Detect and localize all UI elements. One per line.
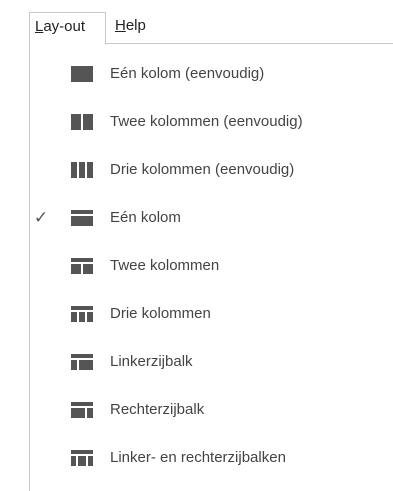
menu-item-both-sidebars[interactable]: Linker- en rechterzijbalken	[30, 434, 393, 482]
menu-item-label: Linker- en rechterzijbalken	[110, 449, 286, 466]
menu-help[interactable]: Help	[115, 12, 146, 44]
menu-item-one-column-simple[interactable]: Eén kolom (eenvoudig)	[30, 50, 393, 98]
menu-item-label: Drie kolommen	[110, 305, 211, 322]
layout-one-column-icon	[71, 210, 93, 226]
layout-two-columns-simple-icon	[71, 114, 93, 130]
layout-one-column-simple-icon	[71, 66, 93, 82]
menu-item-label: Eén kolom	[110, 209, 181, 226]
layout-right-sidebar-icon	[71, 402, 93, 418]
layout-dropdown-menu: Eén kolom (eenvoudig) Twee kolommen (een…	[29, 43, 393, 491]
menu-item-label: Linkerzijbalk	[110, 353, 193, 370]
menu-help-label: elp	[125, 17, 146, 34]
menu-layout[interactable]: Lay-out	[29, 12, 106, 44]
checkmark-icon: ✓	[33, 208, 49, 227]
menu-bar: Lay-out Help	[0, 0, 393, 44]
layout-three-columns-simple-icon	[71, 162, 93, 178]
menu-help-mnemonic: H	[115, 17, 126, 34]
menu-item-three-columns[interactable]: Drie kolommen	[30, 290, 393, 338]
menu-item-label: Drie kolommen (eenvoudig)	[110, 161, 295, 178]
menu-item-left-sidebar[interactable]: Linkerzijbalk	[30, 338, 393, 386]
layout-both-sidebars-icon	[71, 450, 93, 466]
layout-three-columns-icon	[71, 306, 93, 322]
menu-item-two-columns[interactable]: Twee kolommen	[30, 242, 393, 290]
menu-item-one-column[interactable]: ✓ Eén kolom	[30, 194, 393, 242]
menu-layout-label: ay-out	[43, 18, 86, 35]
layout-two-columns-icon	[71, 258, 93, 274]
menu-item-label: Twee kolommen	[110, 257, 220, 274]
menu-item-label: Eén kolom (eenvoudig)	[110, 65, 265, 82]
layout-left-sidebar-icon	[71, 354, 93, 370]
menu-item-label: Twee kolommen (eenvoudig)	[110, 113, 303, 130]
menu-item-three-columns-simple[interactable]: Drie kolommen (eenvoudig)	[30, 146, 393, 194]
menu-item-label: Rechterzijbalk	[110, 401, 205, 418]
menu-item-two-columns-simple[interactable]: Twee kolommen (eenvoudig)	[30, 98, 393, 146]
menu-item-right-sidebar[interactable]: Rechterzijbalk	[30, 386, 393, 434]
